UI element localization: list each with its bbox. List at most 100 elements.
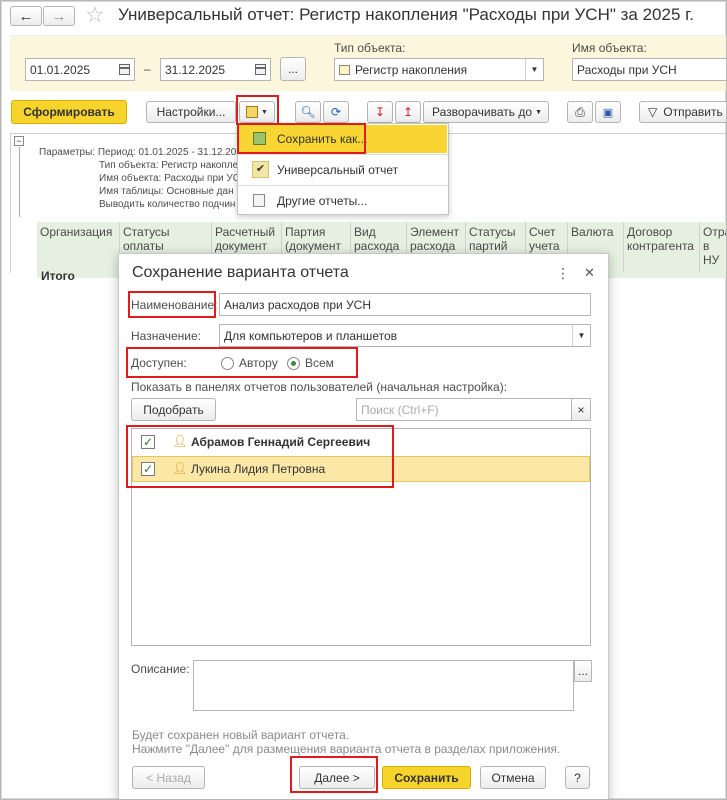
register-icon	[339, 65, 350, 75]
save-button-label: Сохранить	[394, 770, 459, 785]
dialog-menu-icon[interactable]: ⋮	[556, 265, 570, 282]
generate-label: Сформировать	[23, 105, 115, 119]
highlight-users	[126, 425, 394, 488]
purpose-label: Назначение:	[131, 329, 202, 343]
highlight-next	[290, 756, 378, 793]
object-name-field[interactable]: Расходы при УСН	[572, 58, 726, 81]
favorite-star-icon[interactable]: ☆	[85, 2, 105, 28]
name-input-value: Анализ расходов при УСН	[224, 297, 372, 312]
expand-to-label: Разворачивать до	[432, 105, 533, 119]
date-to-value: 31.12.2025	[165, 62, 226, 77]
settings-button[interactable]: Настройки...	[146, 101, 236, 123]
params-line-2: Имя объекта: Расходы при УС	[99, 173, 240, 184]
help-button[interactable]: ?	[565, 766, 590, 789]
date-from-value: 01.01.2025	[30, 62, 91, 77]
more-icon: ...	[577, 664, 588, 678]
chevron-down-icon: ▼	[535, 108, 542, 116]
highlight-save-as	[237, 123, 366, 154]
object-name-label: Имя объекта:	[572, 41, 647, 55]
expand-to-button[interactable]: Разворачивать до ▼	[423, 101, 549, 123]
menu-other-reports[interactable]: Другие отчеты...	[239, 187, 447, 215]
menu-universal-report-label: Универсальный отчет	[277, 163, 399, 177]
window-title: Универсальный отчет: Регистр накопления …	[118, 5, 694, 24]
save-variant-dialog: Сохранение варианта отчета ⋮ ✕ Наименова…	[118, 253, 609, 799]
highlight-save-variant	[236, 95, 279, 125]
date-from-field[interactable]: 01.01.2025	[25, 58, 135, 81]
preview-button[interactable]: ▣	[595, 101, 621, 123]
menu-separator	[238, 154, 448, 155]
save-button[interactable]: Сохранить	[382, 766, 471, 789]
purpose-select[interactable]: Для компьютеров и планшетов ▼	[219, 324, 591, 347]
date-to-field[interactable]: 31.12.2025	[160, 58, 271, 81]
search-input[interactable]: Поиск (Ctrl+F)	[356, 398, 573, 421]
highlight-name-label	[128, 291, 216, 318]
back-button[interactable]: ←	[10, 6, 42, 26]
info-line-1: Будет сохранен новый вариант отчета.	[132, 728, 350, 742]
help-icon: ?	[574, 770, 581, 785]
highlight-available	[126, 347, 358, 378]
description-label: Описание:	[131, 662, 190, 676]
calendar-icon[interactable]	[119, 64, 130, 75]
app-window: ← → ☆ Универсальный отчет: Регистр накоп…	[0, 0, 727, 800]
back-button[interactable]: < Назад	[132, 766, 205, 789]
col-organization: Организация	[37, 222, 120, 272]
params-line-4: Выводить количество подчин	[99, 199, 236, 210]
clear-search-button[interactable]: ×	[571, 398, 591, 421]
sort-asc-icon: ↥	[402, 105, 414, 119]
dialog-title: Сохранение варианта отчета	[132, 264, 349, 281]
object-type-value: Регистр накопления	[355, 62, 468, 77]
object-name-value: Расходы при УСН	[577, 62, 677, 77]
search-icon: 🔍︎	[300, 105, 316, 119]
menu-separator	[238, 185, 448, 186]
settings-label: Настройки...	[156, 105, 226, 119]
group-line	[19, 147, 20, 217]
arrow-left-icon: ←	[18, 7, 34, 25]
generate-button[interactable]: Сформировать	[11, 100, 127, 124]
chevron-down-icon[interactable]: ▼	[525, 59, 543, 80]
sort-asc-button[interactable]: ↥	[395, 101, 421, 123]
description-input[interactable]	[193, 660, 574, 711]
menu-universal-report[interactable]: ✔ Универсальный отчет	[239, 156, 447, 184]
period-more-button[interactable]: ...	[280, 57, 306, 81]
total-label: Итого	[41, 269, 75, 283]
print-button[interactable]: ⎙	[567, 101, 593, 123]
cancel-button[interactable]: Отмена	[480, 766, 546, 789]
arrow-right-icon: →	[51, 7, 67, 25]
chevron-down-icon[interactable]: ▼	[572, 325, 590, 346]
search-refresh-icon: ⟳	[330, 105, 342, 119]
name-input[interactable]: Анализ расходов при УСН	[219, 293, 591, 316]
info-line-2: Нажмите "Далее" для размещения варианта …	[132, 742, 561, 756]
col-contract: Договор контрагента	[624, 222, 700, 272]
send-icon: ▽	[648, 105, 658, 119]
menu-other-reports-label: Другие отчеты...	[277, 194, 368, 208]
purpose-select-value: Для компьютеров и планшетов	[224, 328, 397, 343]
close-icon[interactable]: ✕	[584, 265, 595, 281]
checkmark-icon: ✔	[252, 161, 269, 178]
send-label: Отправить	[663, 105, 723, 119]
print-preview-icon: ▣	[602, 106, 614, 119]
collapse-group-icon[interactable]: −	[14, 136, 24, 146]
params-line-0: Параметры: Период: 01.01.2025 - 31.12.20…	[39, 147, 242, 158]
reports-list-icon	[253, 194, 265, 207]
pick-button-label: Подобрать	[143, 402, 204, 417]
back-button-label: < Назад	[146, 770, 191, 785]
clear-icon: ×	[577, 402, 585, 417]
find-button[interactable]: 🔍︎	[295, 101, 321, 123]
cancel-button-label: Отмена	[491, 770, 535, 785]
forward-button[interactable]: →	[43, 6, 75, 26]
sort-desc-icon: ↧	[374, 105, 386, 119]
description-more-button[interactable]: ...	[574, 660, 592, 682]
object-type-select[interactable]: Регистр накопления ▼	[334, 58, 544, 81]
date-dash: –	[144, 62, 151, 76]
find-next-button[interactable]: ⟳	[323, 101, 349, 123]
calendar-icon[interactable]	[255, 64, 266, 75]
params-line-1: Тип объекта: Регистр накоплен	[99, 160, 244, 171]
search-placeholder: Поиск (Ctrl+F)	[361, 402, 439, 417]
col-tax-accounting: Отра в НУ	[700, 222, 726, 272]
send-button[interactable]: ▽ Отправить	[639, 101, 726, 123]
sort-desc-button[interactable]: ↧	[367, 101, 393, 123]
params-line-3: Имя таблицы: Основные дан	[99, 186, 234, 197]
pick-button[interactable]: Подобрать	[131, 398, 216, 421]
printer-icon: ⎙	[575, 104, 585, 119]
object-type-label: Тип объекта:	[334, 41, 406, 55]
